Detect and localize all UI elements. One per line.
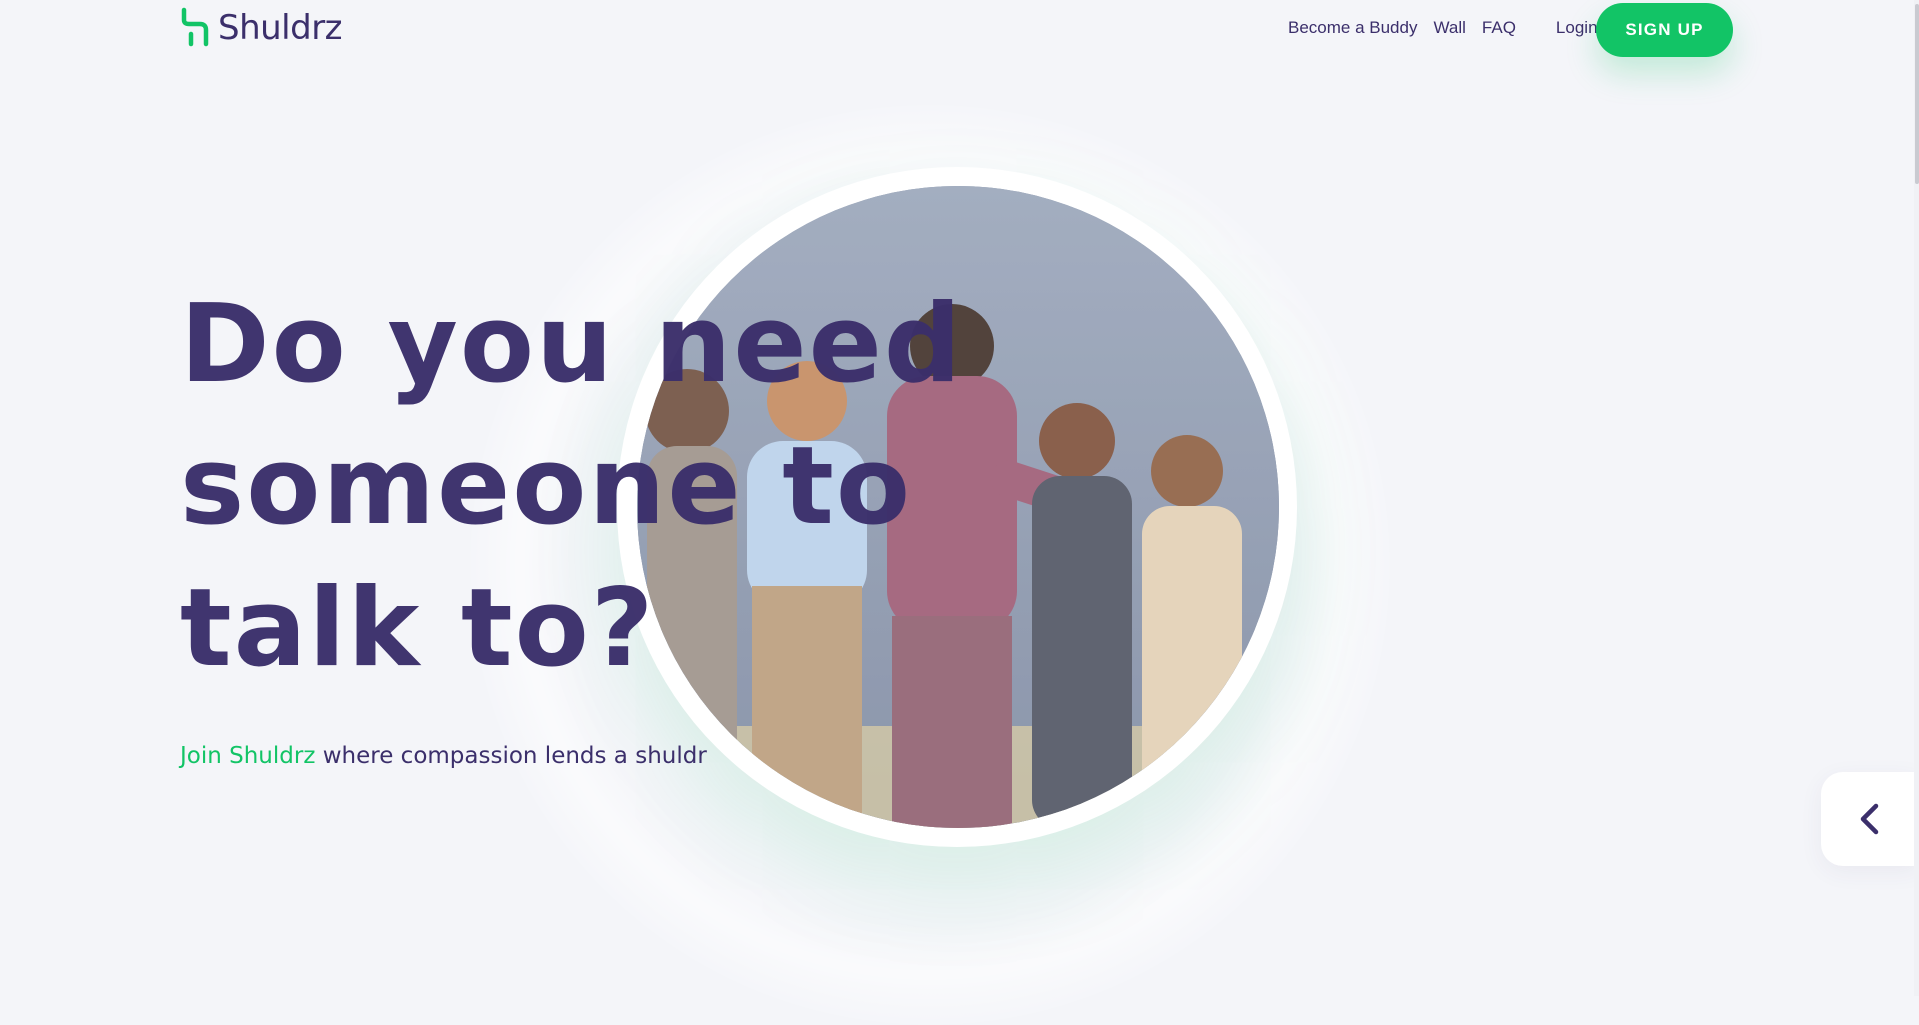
top-nav: Become a Buddy Wall FAQ Login bbox=[1288, 18, 1598, 38]
nav-wall[interactable]: Wall bbox=[1433, 18, 1465, 38]
tagline-rest: where compassion lends a shuldr bbox=[315, 743, 707, 769]
side-panel-toggle[interactable] bbox=[1821, 772, 1919, 866]
headline-line-1: Do you need bbox=[180, 282, 964, 407]
sign-up-button[interactable]: SIGN UP bbox=[1596, 3, 1733, 57]
headline-line-2: someone to bbox=[180, 424, 913, 549]
hero-tagline: Join Shuldrz where compassion lends a sh… bbox=[180, 743, 707, 769]
nav-faq[interactable]: FAQ bbox=[1482, 18, 1516, 38]
nav-become-a-buddy[interactable]: Become a Buddy bbox=[1288, 18, 1417, 38]
login-link[interactable]: Login bbox=[1556, 18, 1598, 38]
brand-logo[interactable]: Shuldrz bbox=[180, 4, 343, 52]
hero-headline: Do you need someone to talk to? bbox=[180, 274, 1080, 700]
brand-name: Shuldrz bbox=[218, 8, 343, 48]
scrollbar-thumb[interactable] bbox=[1915, 4, 1919, 184]
headline-line-3: talk to? bbox=[180, 566, 656, 691]
chevron-left-icon bbox=[1860, 803, 1879, 835]
shoulder-mark-icon bbox=[181, 7, 209, 47]
tagline-accent: Join Shuldrz bbox=[180, 743, 316, 769]
